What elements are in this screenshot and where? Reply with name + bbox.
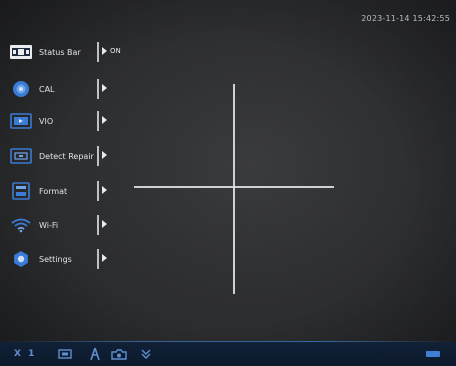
- triangle-right-icon: [102, 220, 107, 228]
- bottom-status-bar: X 1: [0, 342, 456, 366]
- menu-separator: [97, 215, 99, 235]
- triangle-right-icon: [102, 116, 107, 124]
- triangle-right-icon: [102, 47, 107, 55]
- triangle-right-icon: [102, 151, 107, 159]
- timestamp: 2023-11-14 15:42:55: [361, 14, 450, 23]
- menu-item-label: Detect Repair: [39, 151, 94, 161]
- menu-item-wifi[interactable]: Wi-Fi: [9, 214, 129, 236]
- menu-separator: [97, 249, 99, 269]
- menu-item-label: VIO: [39, 116, 54, 126]
- triangle-right-icon: [102, 84, 107, 92]
- menu-separator: [97, 181, 99, 201]
- person-icon: [90, 347, 100, 361]
- thermal-view-screen: 2023-11-14 15:42:55 Status Bar ON CAL VI…: [0, 0, 456, 366]
- menu-item-label: Settings: [39, 254, 72, 264]
- menu-item-label: Format: [39, 186, 68, 196]
- crosshair-horizontal: [134, 186, 334, 188]
- menu-separator: [97, 146, 99, 166]
- format-icon: [9, 182, 33, 200]
- triangle-right-icon: [102, 254, 107, 262]
- menu-item-label: CAL: [39, 84, 55, 94]
- crosshair-vertical: [233, 84, 235, 294]
- triangle-right-icon: [102, 186, 107, 194]
- menu-item-detect-repair[interactable]: Detect Repair: [9, 145, 129, 167]
- menu-item-settings[interactable]: Settings: [9, 248, 129, 270]
- menu-item-label: Wi-Fi: [39, 220, 59, 230]
- chevron-down-icon: [141, 347, 151, 361]
- menu-item-vio[interactable]: VIO: [9, 110, 129, 132]
- detect-repair-icon: [9, 147, 33, 165]
- menu-item-label: Status Bar: [39, 47, 81, 57]
- calibrate-icon: [9, 80, 33, 98]
- status-bar-value: ON: [110, 47, 121, 55]
- battery-icon: [426, 351, 440, 357]
- settings-icon: [9, 250, 33, 268]
- menu-item-format[interactable]: Format: [9, 180, 129, 202]
- menu-separator: [97, 111, 99, 131]
- wifi-icon: [9, 216, 33, 234]
- menu-item-status-bar[interactable]: Status Bar ON: [9, 41, 129, 63]
- menu-separator: [97, 79, 99, 99]
- video-icon: [9, 112, 33, 130]
- menu-separator: [97, 42, 99, 62]
- status-bar-icon: [9, 43, 33, 61]
- camera-icon: [111, 347, 127, 361]
- zoom-level: X 1: [14, 349, 37, 359]
- menu-item-cal[interactable]: CAL: [9, 78, 129, 100]
- screen-icon: [58, 347, 72, 361]
